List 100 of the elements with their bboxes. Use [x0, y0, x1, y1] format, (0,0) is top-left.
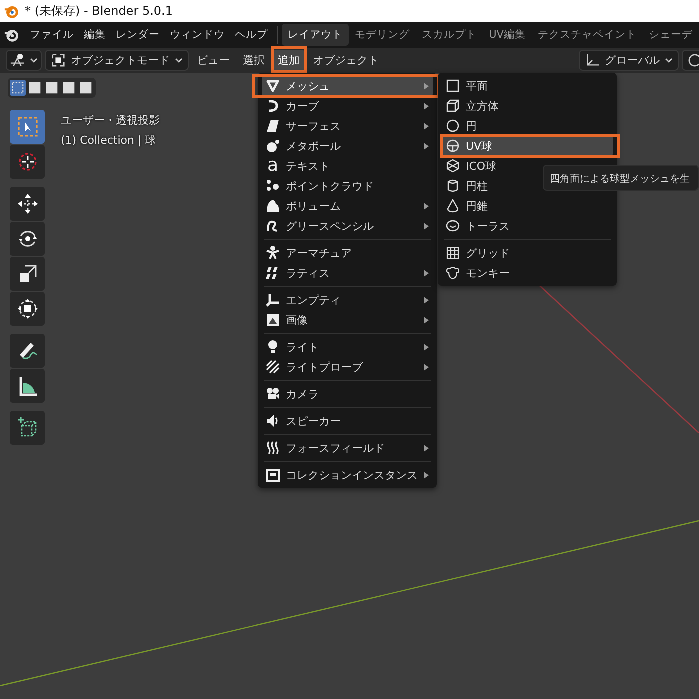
select-mode-icon — [63, 82, 75, 94]
menu-item[interactable]: サーフェス — [262, 116, 433, 136]
menu-item[interactable]: グリッド — [442, 243, 613, 263]
submenu-arrow-icon — [424, 472, 429, 478]
waves-icon — [266, 441, 280, 455]
menu-item[interactable]: フォースフィールド — [262, 438, 433, 458]
circle-icon — [446, 119, 460, 133]
torus-icon — [446, 219, 460, 233]
grid-icon — [446, 246, 460, 260]
select-mode-button[interactable] — [44, 80, 60, 96]
bulb-icon — [266, 340, 280, 354]
mode-dropdown[interactable]: オブジェクトモード — [45, 50, 189, 71]
pivot-dropdown[interactable] — [6, 50, 42, 71]
select-mode-button[interactable] — [78, 80, 94, 96]
menu-item[interactable]: ライトプローブ — [262, 357, 433, 377]
menu-item[interactable]: カメラ — [262, 384, 433, 404]
menu-item[interactable]: スピーカー — [262, 411, 433, 431]
submenu-arrow-icon — [424, 222, 429, 230]
camera-icon — [266, 387, 280, 401]
workspace-tab[interactable]: テクスチャペイント — [532, 24, 643, 46]
menu-item[interactable]: トーラス — [442, 216, 613, 236]
header-menu[interactable]: オブジェクト — [308, 50, 384, 71]
crosshair-icon — [16, 151, 38, 173]
square-icon — [446, 79, 460, 93]
select-mode-button[interactable] — [27, 80, 43, 96]
blob-icon — [266, 139, 280, 153]
image-icon — [266, 313, 280, 327]
tool-button[interactable] — [10, 334, 45, 368]
cube-icon — [446, 99, 460, 113]
menu-item[interactable]: 円 — [442, 116, 613, 136]
orientation-dropdown[interactable]: グローバル — [579, 50, 679, 71]
lattice-icon — [266, 266, 280, 280]
transform-icon — [16, 298, 38, 320]
add-cube-icon — [16, 417, 38, 439]
header-menu[interactable]: 選択 — [238, 50, 270, 71]
window-title: * (未保存) - Blender 5.0.1 — [25, 2, 173, 20]
object-mode-icon — [51, 53, 66, 68]
menu-item[interactable]: ヘルプ — [230, 25, 274, 45]
menu-item[interactable]: 編集 — [79, 25, 112, 45]
menu-item[interactable]: カーブ — [262, 96, 433, 116]
menu-item[interactable]: エンプティ — [262, 290, 433, 310]
menu-item[interactable]: ファイル — [25, 25, 80, 45]
sphere-icon — [446, 139, 460, 153]
stripes-icon — [266, 360, 280, 374]
tool-button[interactable] — [10, 369, 45, 403]
tool-button[interactable] — [10, 292, 45, 326]
workspace-tab[interactable]: スカルプト — [416, 24, 484, 46]
submenu-arrow-icon — [424, 344, 429, 350]
icosphere-icon — [446, 159, 460, 173]
select-mode-icon — [12, 82, 24, 94]
axes-icon — [585, 53, 600, 68]
menu-item[interactable]: ウィンドウ — [165, 25, 230, 45]
menu-item[interactable]: コレクションインスタンス — [262, 465, 433, 485]
cloud-icon — [266, 199, 280, 213]
menu-item[interactable]: 立方体 — [442, 96, 613, 116]
menu-item[interactable]: ライト — [262, 337, 433, 357]
menu-item[interactable]: 平面 — [442, 76, 613, 96]
tool-button[interactable] — [10, 222, 45, 256]
workspace-tab[interactable]: UV編集 — [483, 24, 532, 46]
menu-item[interactable]: モンキー — [442, 263, 613, 283]
header-menu[interactable]: ビュー — [192, 50, 235, 71]
menu-item[interactable]: 画像 — [262, 310, 433, 330]
menu-item[interactable]: グリースペンシル — [262, 216, 433, 236]
menu-item[interactable]: ボリューム — [262, 196, 433, 216]
speaker-icon — [266, 414, 280, 428]
collection-icon — [266, 468, 280, 482]
move-arrows-icon — [16, 193, 38, 215]
tool-button[interactable] — [10, 411, 45, 445]
view-name: ユーザー・透視投影 — [61, 113, 160, 128]
submenu-arrow-icon — [424, 364, 429, 370]
workspace-tab[interactable]: シェーデ — [643, 24, 699, 46]
triangle-icon — [266, 79, 280, 93]
cursor-select-icon — [16, 116, 38, 138]
curve-icon — [266, 99, 280, 113]
curve-icon — [688, 53, 699, 68]
workspace-tab[interactable]: レイアウト — [282, 24, 350, 46]
menu-item[interactable]: レンダー — [111, 25, 166, 45]
workspace-tab[interactable]: モデリング — [349, 24, 416, 46]
menu-item[interactable]: 円錐 — [442, 196, 613, 216]
dots-icon — [266, 179, 280, 193]
menu-item[interactable]: ラティス — [262, 263, 433, 283]
select-mode-button[interactable] — [61, 80, 77, 96]
submenu-arrow-icon — [424, 82, 429, 90]
menu-item[interactable]: メッシュ — [262, 76, 433, 96]
text-icon: a — [266, 159, 280, 173]
app-logo-icon — [4, 4, 19, 18]
menu-item[interactable]: a テキスト — [262, 156, 433, 176]
submenu-arrow-icon — [424, 122, 429, 130]
select-mode-icon — [29, 82, 41, 94]
tool-button[interactable] — [10, 257, 45, 291]
menu-item[interactable]: ポイントクラウド — [262, 176, 433, 196]
axes-icon — [266, 293, 280, 307]
tool-button[interactable] — [10, 187, 45, 221]
menu-item[interactable]: アーマチュア — [262, 243, 433, 263]
submenu-arrow-icon — [424, 142, 429, 150]
tooltip: 四角面による球型メッシュを生 — [543, 165, 699, 191]
submenu-arrow-icon — [424, 202, 429, 210]
menu-item[interactable]: メタボール — [262, 136, 433, 156]
cone-icon — [446, 199, 460, 213]
monkey-head-icon — [446, 266, 460, 280]
